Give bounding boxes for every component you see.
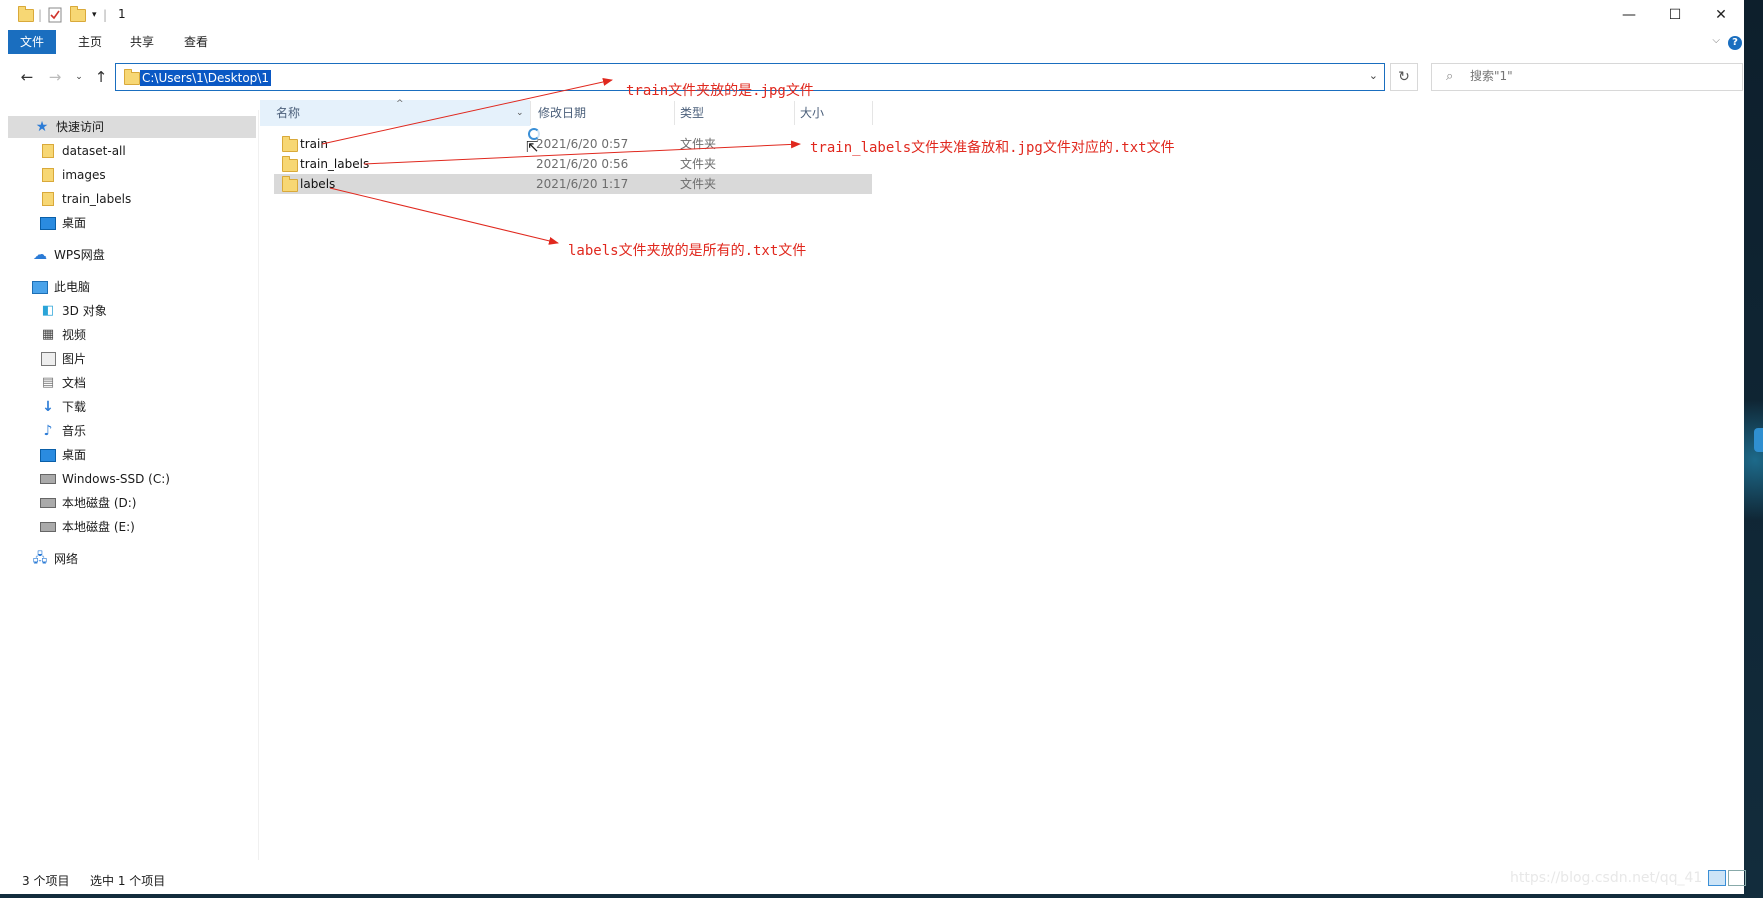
arrow-train (321, 78, 613, 145)
selected-count: 选中 1 个项目 (90, 874, 166, 888)
annotation-labels: labels文件夹放的是所有的.txt文件 (568, 243, 807, 259)
details-view-icon[interactable] (1708, 870, 1726, 886)
item-count: 3 个项目 (22, 874, 70, 888)
file-explorer-window: | ▾ | 1 — ☐ ✕ 文件 主页 共享 查看 ⌵ ? ← → ⌄ ↑ C:… (0, 0, 1746, 894)
large-icons-view-icon[interactable] (1728, 870, 1746, 886)
annotation-train: train文件夹放的是.jpg文件 (626, 83, 814, 99)
annotation-arrows (321, 78, 801, 245)
status-bar: 3 个项目 选中 1 个项目 https://blog.csdn.net/qq_… (0, 864, 1746, 894)
annotation-train-labels: train_labels文件夹准备放和.jpg文件对应的.txt文件 (810, 140, 1175, 156)
side-tab-handle[interactable] (1754, 428, 1763, 452)
arrow-labels (329, 187, 559, 245)
watermark-text: https://blog.csdn.net/qq_41 (1510, 870, 1703, 886)
arrow-train-labels (363, 140, 801, 165)
